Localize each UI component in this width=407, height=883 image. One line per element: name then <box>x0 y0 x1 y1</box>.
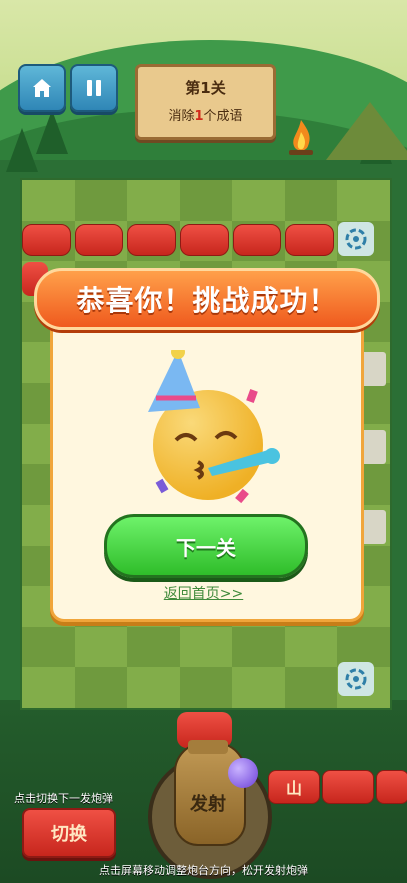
grid-cell <box>232 180 285 221</box>
portal-icon <box>338 222 374 256</box>
tent-icon <box>326 102 407 160</box>
pause-icon <box>87 80 101 96</box>
level-title: 第1关 <box>185 79 226 97</box>
red-block-row <box>22 224 335 256</box>
home-icon <box>33 79 51 97</box>
red-block <box>180 224 229 256</box>
grid-cell <box>74 667 128 708</box>
grid-cell <box>284 180 338 221</box>
grid-cell <box>179 667 233 708</box>
grid-cell <box>22 667 75 708</box>
red-block <box>22 224 71 256</box>
grid-cell <box>22 626 75 668</box>
success-banner: 恭喜你！挑战成功！ <box>34 268 380 330</box>
tree <box>36 110 68 154</box>
pause-button[interactable] <box>70 64 118 112</box>
red-block <box>232 224 282 256</box>
party-face-icon <box>148 350 280 504</box>
level-objective: 消除1个成语 <box>168 109 243 124</box>
ammo-queue-label: 山 <box>285 779 302 798</box>
portal-icon <box>338 662 374 696</box>
ammo-queue-item <box>322 770 374 804</box>
cannon-neck <box>188 740 228 754</box>
aim-hint: 点击屏幕移动调整炮台方向，松开发射炮弹 <box>99 864 308 877</box>
grid-cell <box>74 626 128 668</box>
switch-ammo-label: 切换 <box>51 824 87 845</box>
objective-count: 1 <box>194 109 204 124</box>
grid-cell <box>179 180 233 221</box>
success-title: 恭喜你！挑战成功！ <box>76 284 338 317</box>
tree <box>6 128 38 172</box>
ammo-queue-item <box>376 770 407 804</box>
red-block <box>74 224 124 256</box>
grid-cell <box>232 667 285 708</box>
grid-cell <box>127 180 180 221</box>
magic-orb-icon <box>228 758 258 788</box>
red-block <box>285 224 335 256</box>
back-home-link[interactable]: 返回首页>> <box>0 583 407 603</box>
grid-cell <box>179 626 233 668</box>
grid-cell <box>284 626 338 668</box>
next-level-label: 下一关 <box>176 535 236 560</box>
ammo-queue-item: 山 <box>268 770 320 804</box>
campfire-icon <box>289 120 313 155</box>
game-scene: 第1关 消除1个成语 恭喜你！挑战成功！ 下一关 返回首页>> 点击切换下一发炮… <box>0 0 407 883</box>
grid-cell <box>22 180 75 221</box>
grid-cell <box>284 667 338 708</box>
switch-hint: 点击切换下一发炮弹 <box>14 792 113 805</box>
grid-cell <box>232 626 285 668</box>
next-level-button[interactable]: 下一关 <box>104 514 308 578</box>
grid-cell <box>74 180 128 221</box>
fire-button[interactable]: 发射 <box>174 790 242 816</box>
switch-ammo-button[interactable]: 切换 <box>22 808 116 858</box>
red-block <box>127 224 177 256</box>
home-button[interactable] <box>18 64 66 112</box>
grid-cell <box>127 667 180 708</box>
grid-cell <box>127 626 180 668</box>
grid-cell <box>337 180 390 221</box>
level-board: 第1关 消除1个成语 <box>135 64 276 140</box>
